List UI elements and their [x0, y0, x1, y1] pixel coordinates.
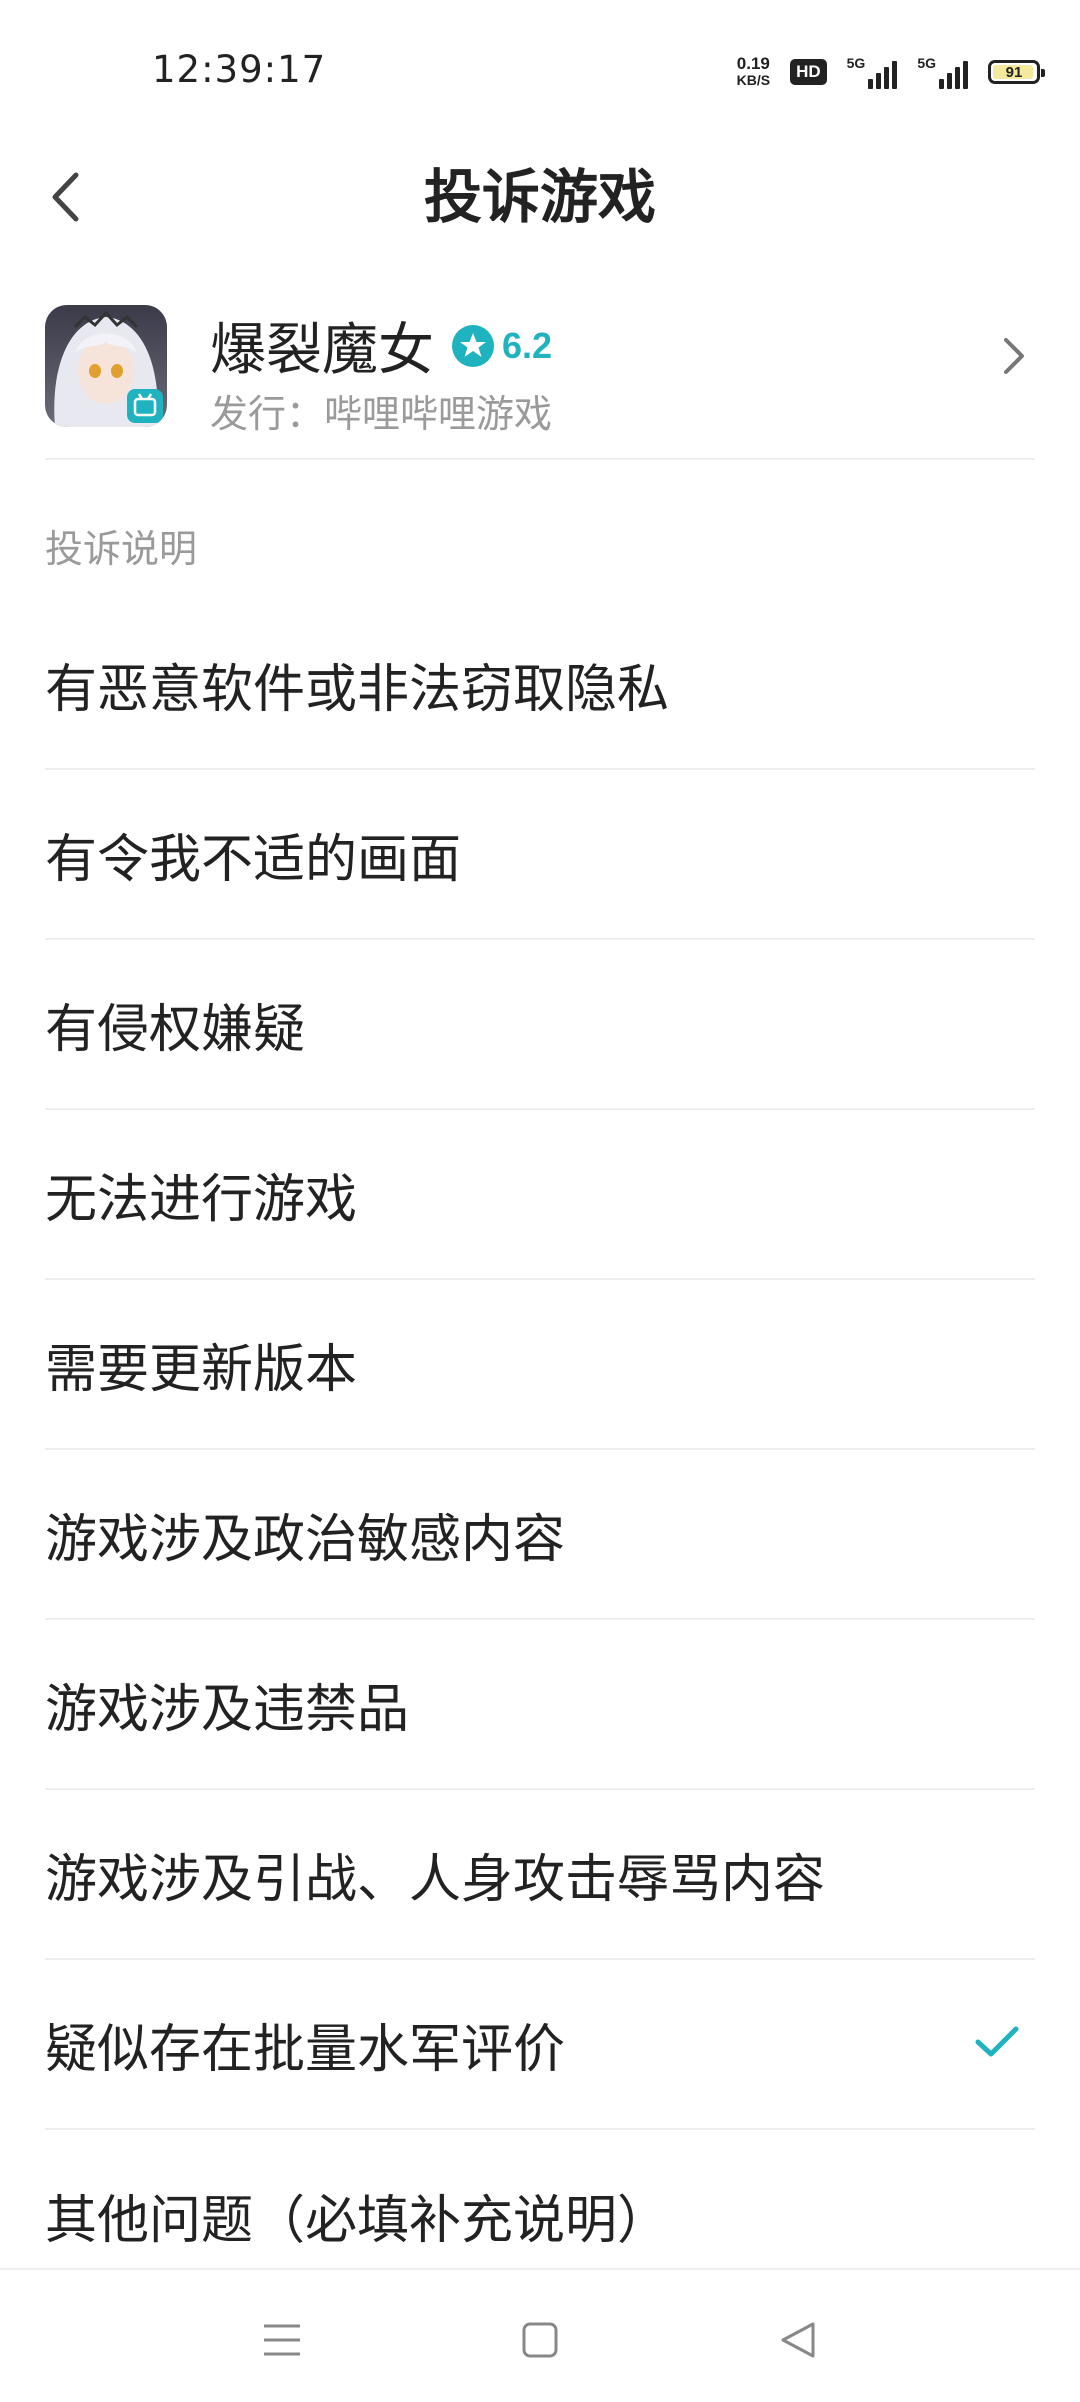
home-button[interactable] [510, 2310, 570, 2370]
system-nav-bar [0, 2268, 1080, 2402]
hd-voice-icon: HD [790, 59, 827, 85]
signal-icon: 5G [847, 55, 898, 89]
home-square-icon [522, 2322, 558, 2358]
app-header: 投诉游戏 [0, 130, 1080, 260]
network-speed-value: 0.19 [736, 54, 770, 73]
option-item[interactable]: 游戏涉及引战、人身攻击辱骂内容 [45, 1790, 1035, 1960]
signal-label: 5G [846, 55, 866, 71]
option-label: 有侵权嫌疑 [45, 999, 306, 1060]
network-speed: 0.19 KB/S [737, 55, 770, 89]
status-icons: 0.19 KB/S HD 5G 5G 91 [737, 52, 1045, 92]
option-label: 游戏涉及引战、人身攻击辱骂内容 [45, 1849, 826, 1910]
page-title: 投诉游戏 [423, 163, 656, 231]
nav-back-button[interactable] [768, 2310, 828, 2370]
option-item[interactable]: 有令我不适的画面 [45, 770, 1035, 940]
status-time: 12:39:17 [152, 48, 327, 91]
option-item[interactable]: 游戏涉及政治敏感内容 [45, 1450, 1035, 1620]
chevron-right-icon [1003, 337, 1025, 379]
game-title-row: 爆裂魔女 6.2 [210, 305, 552, 386]
battery-icon: 91 [988, 60, 1045, 84]
option-label: 疑似存在批量水军评价 [45, 2019, 566, 2080]
checkmark-icon [974, 2025, 1020, 2063]
game-card[interactable]: 爆裂魔女 6.2 发行：哔哩哔哩游戏 [45, 295, 1035, 460]
menu-icon [264, 2324, 300, 2356]
signal-label-2: 5G [917, 55, 936, 71]
game-icon [45, 305, 167, 427]
status-bar: 12:39:17 0.19 KB/S HD 5G 5G 91 [0, 0, 1080, 130]
option-label: 游戏涉及违禁品 [45, 1679, 410, 1740]
option-item[interactable]: 需要更新版本 [45, 1280, 1035, 1450]
signal-icon-2: 5G [917, 55, 968, 89]
option-item[interactable]: 无法进行游戏 [45, 1110, 1035, 1280]
game-publisher: 发行：哔哩哔哩游戏 [210, 392, 553, 436]
option-item[interactable]: 有侵权嫌疑 [45, 940, 1035, 1110]
rating-value: 6.2 [502, 324, 553, 366]
back-triangle-icon [781, 2322, 815, 2358]
option-item-selected[interactable]: 疑似存在批量水军评价 [45, 1960, 1035, 2130]
network-speed-unit: KB/S [736, 72, 771, 88]
option-item[interactable]: 有恶意软件或非法窃取隐私 [45, 600, 1035, 770]
complaint-options-list: 有恶意软件或非法窃取隐私 有令我不适的画面 有侵权嫌疑 无法进行游戏 需要更新版… [45, 600, 1035, 2300]
menu-button[interactable] [252, 2310, 312, 2370]
section-label: 投诉说明 [45, 527, 198, 571]
option-label: 无法进行游戏 [45, 1169, 358, 1230]
option-item[interactable]: 游戏涉及违禁品 [45, 1620, 1035, 1790]
option-label: 游戏涉及政治敏感内容 [45, 1509, 566, 1570]
game-name: 爆裂魔女 [210, 318, 434, 383]
option-label: 需要更新版本 [45, 1339, 358, 1400]
game-rating: 6.2 [452, 324, 553, 367]
option-label: 其他问题（必填补充说明） [45, 2190, 670, 2251]
option-label: 有恶意软件或非法窃取隐私 [45, 659, 670, 720]
option-label: 有令我不适的画面 [45, 829, 462, 890]
star-badge-icon [452, 324, 494, 367]
battery-level: 91 [1005, 63, 1023, 81]
